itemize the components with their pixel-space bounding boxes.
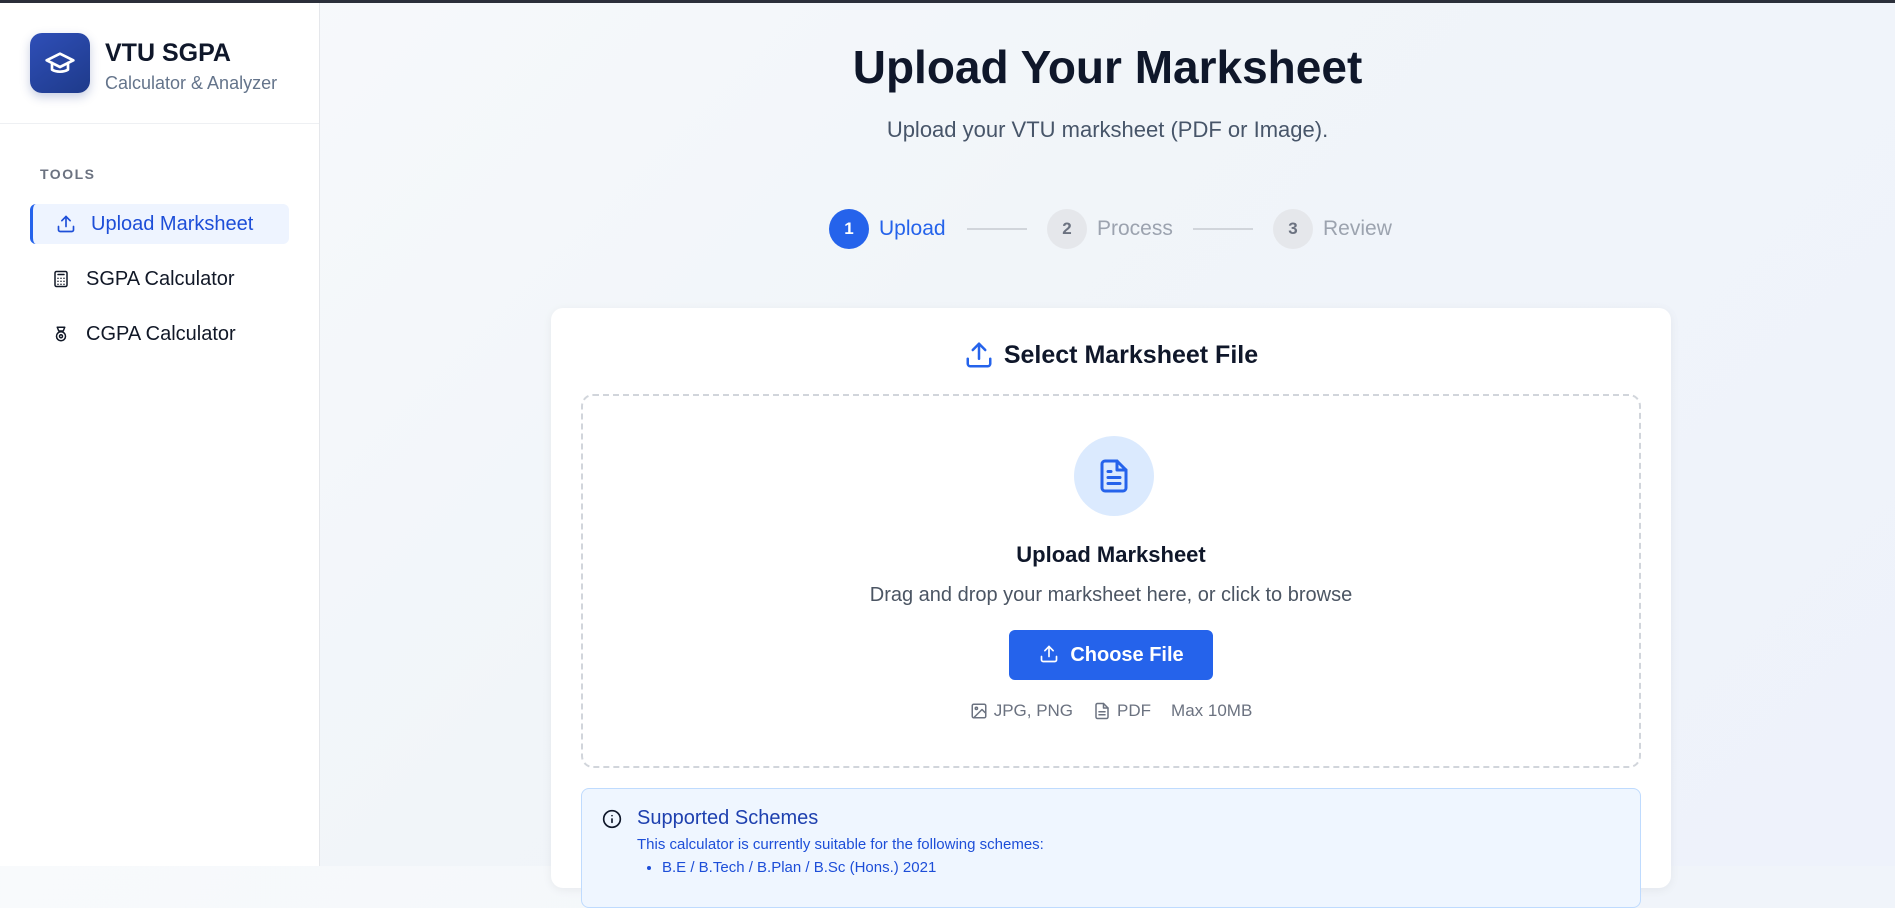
card-title: Select Marksheet File [551,340,1671,370]
step-label: Process [1097,217,1173,240]
file-icon [1093,702,1111,720]
calculator-icon [50,268,72,290]
supported-schemes-box: Supported Schemes This calculator is cur… [581,788,1641,908]
max-size: Max 10MB [1171,701,1253,720]
brand-title: VTU SGPA [105,39,231,67]
list-item: B.E / B.Tech / B.Plan / B.Sc (Hons.) 202… [662,859,936,876]
step-number: 1 [829,209,869,249]
sidebar-item-label: CGPA Calculator [86,322,236,345]
card-title-text: Select Marksheet File [1003,340,1259,369]
sidebar-item-label: Upload Marksheet [91,212,254,235]
step-number: 3 [1273,209,1313,249]
sidebar-item-label: SGPA Calculator [86,267,235,290]
supported-schemes-title: Supported Schemes [637,807,819,829]
page-subtitle: Upload your VTU marksheet (PDF or Image)… [886,117,1329,142]
sidebar-item-sgpa-calculator[interactable]: SGPA Calculator [30,259,289,299]
graduation-cap-icon [30,33,90,93]
step-number: 2 [1047,209,1087,249]
choose-file-button[interactable]: Choose File [1009,630,1213,680]
sidebar-item-cgpa-calculator[interactable]: CGPA Calculator [30,314,289,354]
step-label: Upload [879,217,946,240]
step-upload: 1 Upload [829,209,946,249]
sidebar: VTU SGPA Calculator & Analyzer TOOLS Upl… [0,3,320,866]
file-text-icon [1074,436,1154,516]
info-icon [602,809,622,829]
sidebar-nav: Upload Marksheet SGPA Calculator CGPA Ca… [30,204,289,369]
step-label: Review [1323,217,1392,240]
file-dropzone[interactable]: Upload Marksheet Drag and drop your mark… [581,394,1641,768]
format-image-label: JPG, PNG [993,701,1074,720]
upload-icon [55,213,77,235]
step-review: 3 Review [1273,209,1392,249]
section-label-tools: TOOLS [40,166,96,182]
supported-schemes-text: This calculator is currently suitable fo… [637,836,1044,853]
supported-formats: JPG, PNG PDF Max 10MB [583,701,1639,721]
format-image: JPG, PNG [970,701,1073,721]
upload-icon [1038,644,1060,666]
format-pdf-label: PDF [1117,701,1152,720]
brand-subtitle: Calculator & Analyzer [105,73,278,93]
award-icon [50,323,72,345]
upload-card: Select Marksheet File Upload Marksheet D… [551,308,1671,908]
upload-icon [964,340,994,370]
brand: VTU SGPA Calculator & Analyzer [0,3,319,124]
format-pdf: PDF [1093,701,1151,721]
step-process: 2 Process [1047,209,1173,249]
image-icon [970,702,988,720]
dropzone-subtitle: Drag and drop your marksheet here, or cl… [869,584,1353,606]
step-connector [1193,228,1253,230]
dropzone-title: Upload Marksheet [1016,542,1206,567]
page-title: Upload Your Marksheet [852,41,1363,93]
step-connector [967,228,1027,230]
sidebar-item-upload-marksheet[interactable]: Upload Marksheet [30,204,289,244]
choose-file-label: Choose File [1070,643,1184,666]
supported-schemes-list: B.E / B.Tech / B.Plan / B.Sc (Hons.) 202… [662,859,936,876]
